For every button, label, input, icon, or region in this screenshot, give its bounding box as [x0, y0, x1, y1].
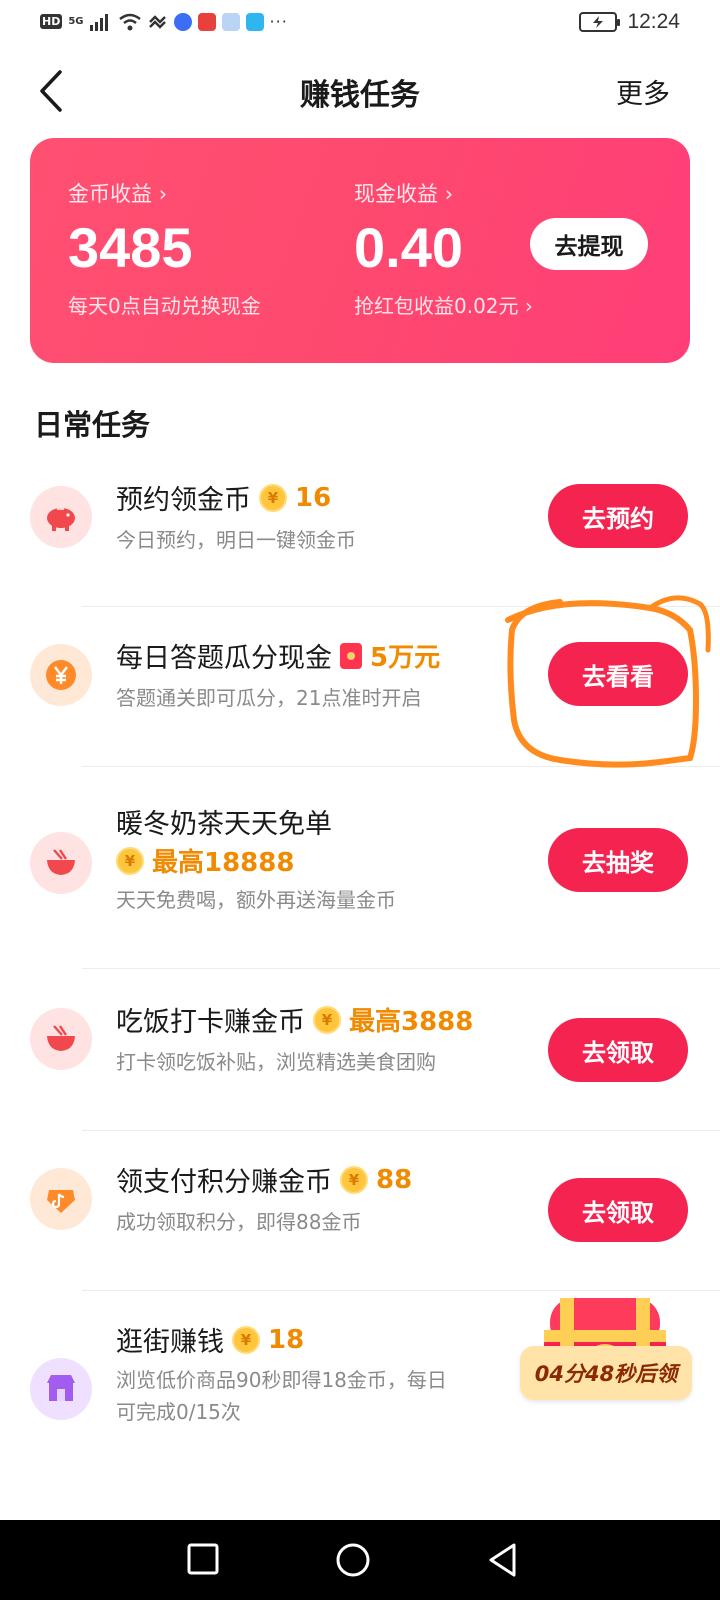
divider [82, 1130, 720, 1131]
bowl-icon [30, 1008, 92, 1070]
coin-icon: ¥ [313, 1005, 341, 1034]
cash-earnings-label: 现金收益 [354, 182, 438, 206]
cash-earnings-value: 0.40 [354, 216, 463, 279]
coin-earnings[interactable]: 金币收益 › 3485 每天0点自动兑换现金 [68, 178, 261, 319]
task-description: 浏览低价商品90秒即得18金币，每日 [116, 1368, 447, 1392]
tiktok-diamond-icon [30, 1168, 92, 1230]
task-description: 答题通关即可瓜分，21点准时开启 [116, 686, 422, 710]
hd-badge: HD [40, 14, 63, 29]
reserve-button[interactable]: 去预约 [548, 484, 688, 548]
app-notification-icon [245, 12, 264, 31]
coin-icon: ¥ [232, 1325, 260, 1354]
bowl-icon [30, 832, 92, 894]
claim-button[interactable]: 去领取 [548, 1018, 688, 1082]
coin-icon: ¥ [259, 483, 287, 512]
system-nav-bar [0, 1520, 720, 1600]
yuan-coin-icon [30, 644, 92, 706]
task-reward: 18 [268, 1324, 305, 1355]
signal-icon [89, 13, 108, 31]
coin-icon: ¥ [340, 1165, 368, 1194]
coin-earnings-label: 金币收益 [68, 182, 152, 206]
task-description: 成功领取积分，即得88金币 [116, 1210, 362, 1234]
task-title: 每日答题瓜分现金 [116, 643, 332, 674]
network-type: 5G [68, 15, 84, 27]
red-packet-earnings-note: 抢红包收益0.02元 [354, 294, 519, 318]
divider [82, 968, 720, 969]
app-notification-icon [197, 12, 216, 31]
task-description: 打卡领吃饭补贴，浏览精选美食团购 [116, 1050, 436, 1074]
claim-button[interactable]: 去领取 [548, 1178, 688, 1242]
task-description-line2: 可完成0/15次 [116, 1400, 241, 1424]
task-title: 暖冬奶茶天天免单 [116, 809, 332, 840]
top-nav: 赚钱任务 更多 [0, 52, 720, 132]
wifi-icon [118, 13, 141, 30]
coin-earnings-value: 3485 [68, 216, 193, 279]
chevron-right-icon: › [524, 294, 533, 318]
recents-icon[interactable] [186, 1542, 220, 1576]
withdraw-button[interactable]: 去提现 [530, 218, 648, 270]
coin-icon: ¥ [116, 846, 144, 875]
cash-earnings[interactable]: 现金收益 › 0.40 抢红包收益0.02元 › [354, 178, 533, 319]
task-title: 吃饭打卡赚金币 [116, 1007, 305, 1038]
task-reward: 88 [376, 1164, 413, 1195]
highlight-annotation [505, 595, 711, 768]
app-notification-icon [173, 12, 192, 31]
back-nav-icon[interactable] [486, 1542, 520, 1578]
status-bar: HD 5G ··· 12:24 [0, 0, 720, 52]
section-title: 日常任务 [34, 408, 151, 442]
piggy-bank-icon [30, 486, 92, 548]
app-notification-icon [221, 12, 240, 31]
task-reward: 最高3888 [349, 1007, 474, 1037]
task-description: 天天免费喝，额外再送海量金币 [116, 888, 396, 912]
page-title: 赚钱任务 [300, 78, 420, 113]
link-icon [148, 14, 166, 29]
task-title: 逛街赚钱 [116, 1327, 224, 1358]
task-reward: 最高18888 [152, 848, 295, 878]
task-reward: 16 [295, 482, 332, 513]
battery-icon [579, 12, 621, 32]
more-button[interactable]: 更多 [616, 72, 670, 111]
red-envelope-icon [340, 642, 362, 669]
task-description: 今日预约，明日一键领金币 [116, 528, 356, 552]
chevron-right-icon: › [158, 182, 168, 206]
chevron-right-icon: › [444, 182, 454, 206]
task-title: 领支付积分赚金币 [116, 1167, 332, 1198]
coin-earnings-note: 每天0点自动兑换现金 [68, 294, 261, 318]
treasure-timer[interactable]: 04分48秒后领 [520, 1346, 692, 1400]
task-title: 预约领金币 [116, 485, 251, 516]
home-icon[interactable] [335, 1542, 371, 1578]
clock: 12:24 [627, 10, 680, 33]
shop-icon [30, 1358, 92, 1420]
lottery-button[interactable]: 去抽奖 [548, 828, 688, 892]
more-notifications: ··· [269, 12, 288, 31]
earnings-card: 金币收益 › 3485 每天0点自动兑换现金 现金收益 › 0.40 抢红包收益… [30, 138, 690, 363]
task-reward: 5万元 [370, 643, 441, 673]
